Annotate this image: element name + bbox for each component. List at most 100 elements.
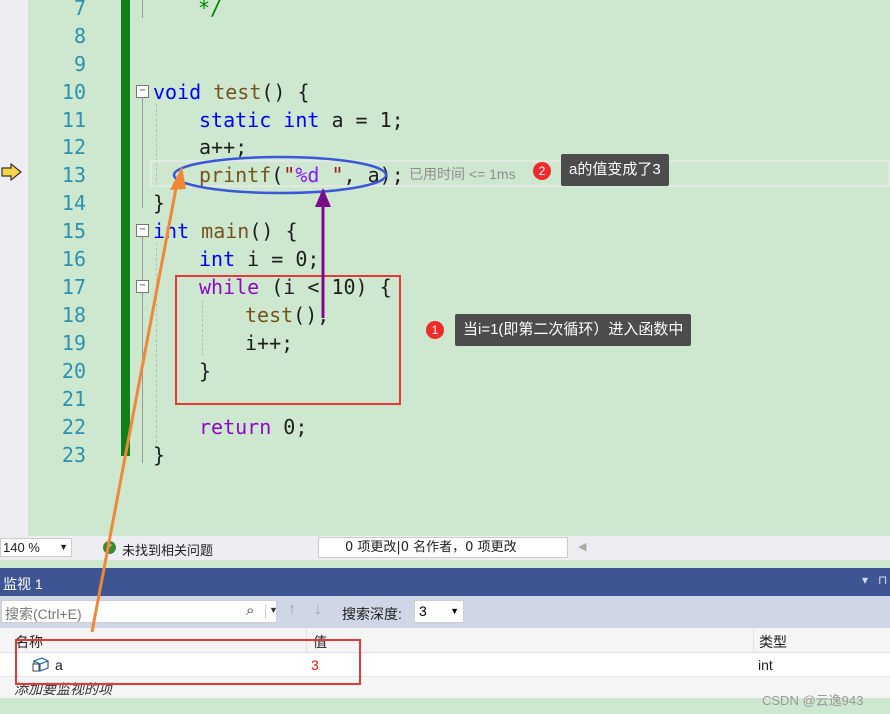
keyword: while xyxy=(199,275,260,299)
indent-guide xyxy=(156,243,157,448)
code-text: a = 1; xyxy=(319,108,404,132)
code-text: () { xyxy=(261,80,310,104)
code-text: (); xyxy=(293,303,330,327)
fold-guide xyxy=(142,237,143,463)
function-name: main xyxy=(201,219,250,243)
code-line[interactable]: } xyxy=(153,441,165,469)
line-number: 12 xyxy=(61,135,86,159)
keyword: static xyxy=(199,108,272,132)
column-header-type[interactable]: 类型 xyxy=(759,632,787,652)
issues-status[interactable]: 未找到相关问题 xyxy=(122,540,213,559)
code-text: ( xyxy=(271,163,284,187)
watch-name: a xyxy=(55,657,63,673)
code-line[interactable]: } xyxy=(199,357,211,385)
search-depth-select[interactable]: 3 ▼ xyxy=(414,600,464,623)
code-line[interactable]: int main() { xyxy=(153,217,298,245)
code-line[interactable]: while (i < 10) { xyxy=(199,273,392,301)
line-number: 10 xyxy=(61,80,86,104)
search-depth-label: 搜索深度: xyxy=(342,606,402,622)
fold-toggle[interactable]: − xyxy=(136,224,149,237)
next-statement-arrow-icon[interactable] xyxy=(1,162,23,182)
elapsed-time-hint: 已用时间 <= 1ms xyxy=(409,166,516,182)
keyword: int xyxy=(283,108,320,132)
code-text: (i < 10) { xyxy=(259,275,392,299)
grid-header: 名称 值 类型 xyxy=(0,628,890,653)
string-literal: " xyxy=(283,163,296,187)
fold-toggle[interactable]: − xyxy=(136,85,149,98)
code-line[interactable]: } xyxy=(153,189,165,217)
code-text: , a); xyxy=(343,163,404,187)
scroll-left-icon[interactable]: ◀ xyxy=(578,540,586,553)
code-line[interactable]: static int a = 1; xyxy=(199,106,404,134)
search-placeholder: 搜索(Ctrl+E) xyxy=(5,606,82,622)
chevron-down-icon[interactable]: ▼ xyxy=(265,605,278,619)
keyword: int xyxy=(153,219,190,243)
code-line[interactable]: a++; xyxy=(199,133,247,161)
annotation-tooltip: 当i=1(即第二次循环）进入函数中 xyxy=(455,314,692,346)
variable-icon xyxy=(32,657,49,672)
line-number: 23 xyxy=(61,443,86,467)
code-line[interactable]: void test() { xyxy=(153,78,310,106)
search-icon[interactable]: ⌕ xyxy=(246,602,254,619)
line-number: 17 xyxy=(61,275,86,299)
code-line[interactable]: return 0; xyxy=(199,413,307,441)
line-number: 15 xyxy=(61,219,86,243)
chevron-down-icon: ▼ xyxy=(59,542,68,552)
function-name: printf xyxy=(199,163,272,187)
change-tracking-bar xyxy=(121,0,130,456)
line-number: 16 xyxy=(61,247,86,271)
fold-guide xyxy=(142,0,143,18)
indent-guide xyxy=(202,300,203,356)
line-number: 20 xyxy=(61,359,86,383)
add-watch-hint[interactable]: 添加要监视的项 xyxy=(14,679,112,699)
column-header-value[interactable]: 值 xyxy=(313,632,327,652)
line-number: 8 xyxy=(73,24,86,48)
keyword: void xyxy=(153,80,202,104)
keyword: return xyxy=(199,415,272,439)
zoom-select[interactable]: 140 % ▼ xyxy=(0,538,72,557)
column-header-name[interactable]: 名称 xyxy=(15,632,43,652)
git-changes-indicator[interactable]: 0 项更改|0 名作者，0 项更改 xyxy=(318,537,568,558)
watch-value[interactable]: 3 xyxy=(311,657,319,673)
check-icon: ✓ xyxy=(103,541,116,554)
arrow-down-icon[interactable]: ↓ xyxy=(314,601,322,619)
fold-toggle[interactable]: − xyxy=(136,280,149,293)
watermark: CSDN @云逸943 xyxy=(762,693,864,708)
code-line[interactable]: */ xyxy=(198,0,222,22)
annotation-tooltip: a的值变成了3 xyxy=(561,154,669,186)
table-row[interactable]: a 3 int xyxy=(0,653,890,677)
function-name: test xyxy=(245,303,294,327)
pin-icon[interactable]: ⊓ xyxy=(878,573,887,587)
editor-status-bar: 140 % ▼ ✓ 未找到相关问题 0 项更改|0 名作者，0 项更改 ◀ xyxy=(0,536,890,560)
line-number: 9 xyxy=(73,52,86,76)
code-text: i = 0; xyxy=(235,247,320,271)
depth-value: 3 xyxy=(419,603,427,619)
line-number: 22 xyxy=(61,415,86,439)
watch-panel-header: 监视 1 ▾ ⊓ xyxy=(0,568,890,596)
line-number: 7 xyxy=(73,0,86,20)
line-number: 18 xyxy=(61,303,86,327)
code-line[interactable]: i++; xyxy=(245,329,293,357)
line-number: 21 xyxy=(61,387,86,411)
code-line[interactable]: printf("%d ", a); xyxy=(199,161,404,189)
chevron-down-icon: ▼ xyxy=(450,606,459,616)
keyword: int xyxy=(199,247,236,271)
watch-search-box[interactable]: 搜索(Ctrl+E) ⌕ ▼ xyxy=(1,600,278,623)
code-line[interactable]: test(); xyxy=(245,301,329,329)
watch-type: int xyxy=(758,657,773,673)
watch-grid: 名称 值 类型 a 3 int 添加要监视的项 xyxy=(0,628,890,698)
panel-menu-icon[interactable]: ▾ xyxy=(862,573,868,587)
line-number: 19 xyxy=(61,331,86,355)
zoom-value: 140 % xyxy=(3,540,40,555)
panel-title: 监视 1 xyxy=(3,576,43,592)
breakpoint-gutter[interactable] xyxy=(0,0,28,536)
arrow-up-icon[interactable]: ↑ xyxy=(288,601,296,619)
line-number: 11 xyxy=(61,108,86,132)
code-line[interactable]: int i = 0; xyxy=(199,245,319,273)
line-number: 13 xyxy=(61,163,86,187)
function-name: test xyxy=(213,80,262,104)
line-number: 14 xyxy=(61,191,86,215)
string-literal: " xyxy=(319,163,344,187)
format-specifier: %d xyxy=(295,163,320,187)
code-text: 0; xyxy=(271,415,308,439)
